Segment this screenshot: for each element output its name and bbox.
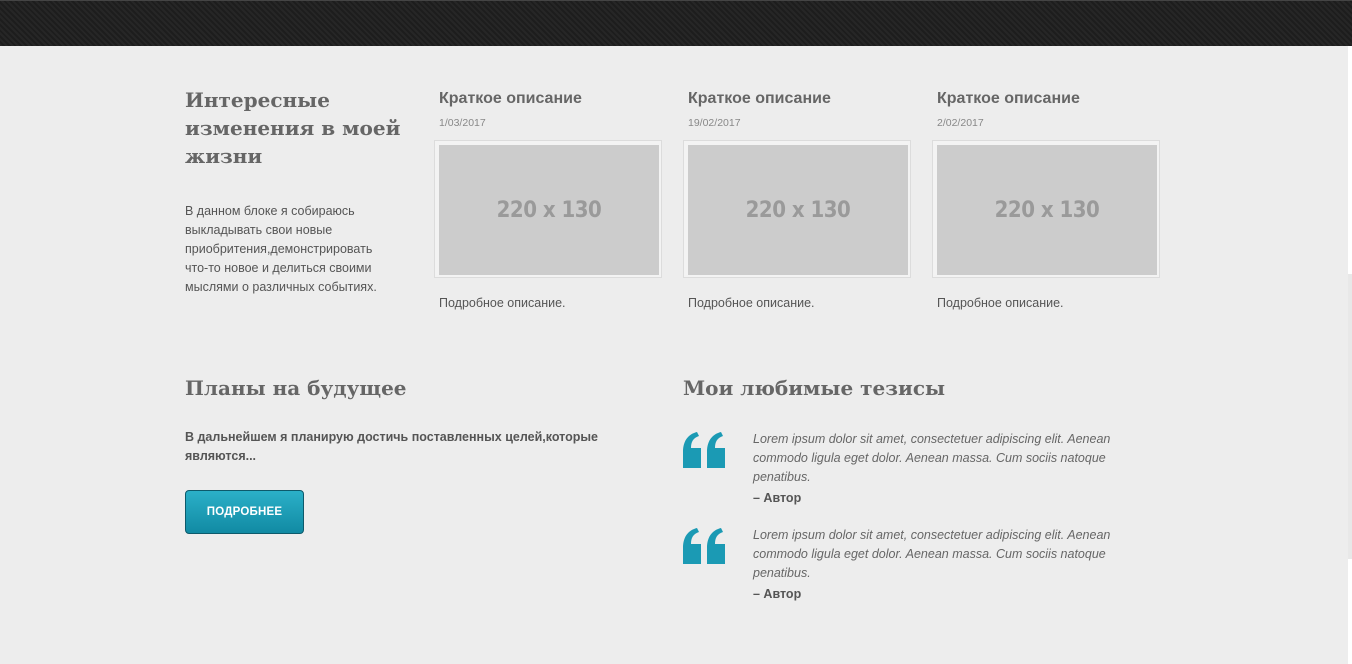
card-title[interactable]: Краткое описание — [937, 88, 1167, 110]
more-button[interactable]: ПОДРОБНЕЕ — [185, 490, 304, 534]
card-thumbnail-frame[interactable]: 220 x 130 — [683, 140, 911, 278]
quote-text: Lorem ipsum dolor sit amet, consectetuer… — [753, 528, 1111, 580]
intro-title: Интересные изменения в моей жизни — [185, 88, 401, 168]
plans-title: Планы на будущее — [185, 376, 407, 400]
card[interactable]: Краткое описание 19/02/2017 220 x 130 По… — [683, 88, 918, 310]
quote-mark-icon — [683, 528, 725, 564]
quote-author: – Автор — [753, 587, 802, 601]
card-title[interactable]: Краткое описание — [439, 88, 669, 110]
plans-section: Планы на будущее В дальнейшем я планирую… — [185, 374, 645, 534]
card-thumbnail[interactable]: 220 x 130 — [937, 145, 1157, 275]
card[interactable]: Краткое описание 1/03/2017 220 x 130 Под… — [434, 88, 669, 310]
card-description: Подробное описание. — [439, 296, 566, 310]
quote-text: Lorem ipsum dolor sit amet, consectetuer… — [753, 432, 1111, 484]
edge-segment — [1348, 559, 1352, 664]
card[interactable]: Краткое описание 2/02/2017 220 x 130 Под… — [932, 88, 1167, 310]
plans-text: В дальнейшем я планирую достичь поставле… — [185, 430, 599, 463]
scrollbar-edge — [1348, 46, 1352, 664]
top-bar — [0, 0, 1352, 46]
card-description: Подробное описание. — [688, 296, 815, 310]
card-thumbnail-frame[interactable]: 220 x 130 — [434, 140, 662, 278]
card-date: 19/02/2017 — [688, 117, 741, 129]
theses-section: Мои любимые тезисы Lorem ipsum dolor sit… — [683, 374, 1153, 601]
card-title[interactable]: Краткое описание — [688, 88, 918, 110]
card-description: Подробное описание. — [937, 296, 1064, 310]
intro-block: Интересные изменения в моей жизни В данн… — [185, 86, 415, 297]
intro-text: В данном блоке я собираюсь выкладывать с… — [185, 204, 377, 294]
edge-segment — [1348, 46, 1352, 274]
theses-title: Мои любимые тезисы — [683, 376, 946, 400]
card-thumbnail[interactable]: 220 x 130 — [688, 145, 908, 275]
quote-mark-icon — [683, 432, 725, 468]
card-date: 1/03/2017 — [439, 117, 486, 129]
card-thumbnail[interactable]: 220 x 130 — [439, 145, 659, 275]
quote-author: – Автор — [753, 491, 802, 505]
card-date: 2/02/2017 — [937, 117, 984, 129]
card-thumbnail-frame[interactable]: 220 x 130 — [932, 140, 1160, 278]
